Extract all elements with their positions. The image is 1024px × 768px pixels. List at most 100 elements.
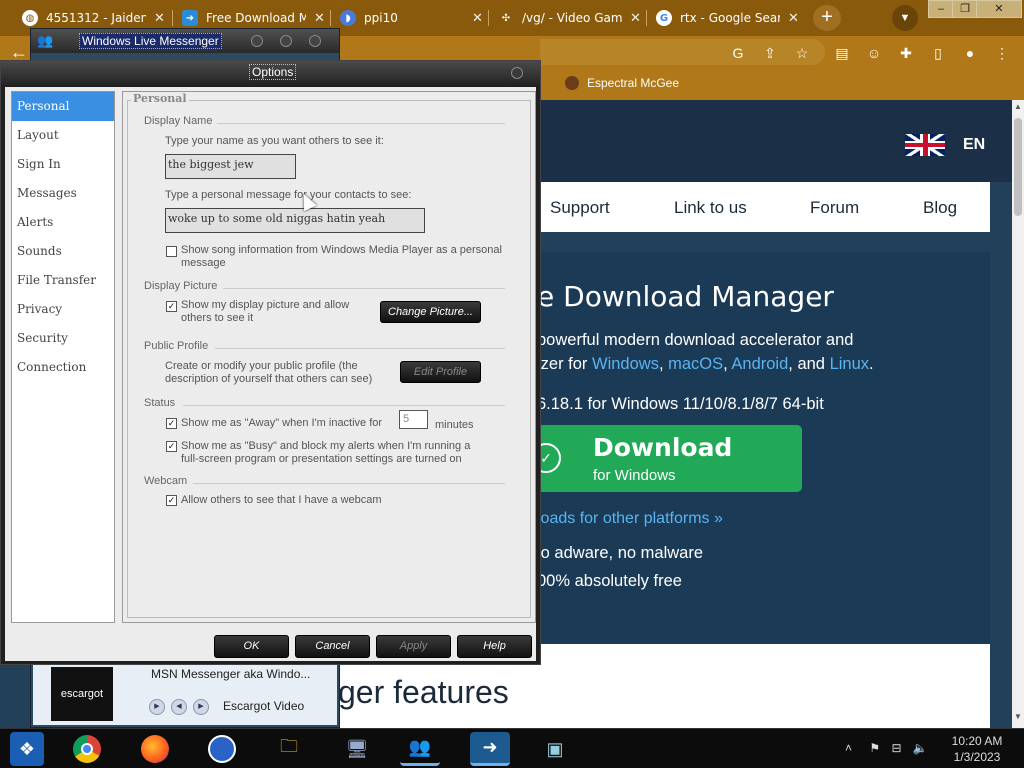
extension-flag-icon[interactable]: ▤ (833, 44, 851, 62)
personal-message-input[interactable]: woke up to some old niggas hatin yeah (165, 208, 425, 233)
start-button[interactable]: ❖ (10, 732, 44, 766)
profile-icon[interactable]: ● (961, 44, 979, 62)
category-sign-in[interactable]: Sign In (12, 150, 114, 179)
ok-button[interactable]: OK (214, 635, 289, 658)
nav-forum[interactable]: Forum (810, 198, 859, 218)
close-icon[interactable]: ✕ (154, 11, 165, 26)
webcam-label: Allow others to see that I have a webcam (181, 494, 382, 506)
song-info-label: Show song information from Windows Media… (181, 244, 502, 269)
side-panel-icon[interactable]: ▯ (929, 44, 947, 62)
video-label: Escargot Video (223, 699, 305, 713)
download-button[interactable]: ✓ Download for Windows (525, 425, 802, 492)
bookmark-star-icon[interactable]: ☆ (793, 44, 811, 62)
play-icon[interactable]: ▶ (149, 699, 165, 715)
tab-vg[interactable]: ✣ /vg/ - Video Game ✕ (498, 4, 641, 32)
scrollbar-thumb[interactable] (1014, 118, 1022, 216)
msn-butterfly-icon[interactable] (205, 732, 239, 766)
category-personal[interactable]: Personal (12, 92, 114, 121)
extensions-puzzle-icon[interactable]: ✚ (897, 44, 915, 62)
clock[interactable]: 10:20 AM 1/3/2023 (942, 733, 1012, 765)
change-picture-button[interactable]: Change Picture... (380, 301, 481, 323)
system-tray: ˄ ⚑ ⊟ 🔈 (845, 741, 928, 755)
platform-link-windows[interactable]: Windows (592, 355, 659, 373)
category-layout[interactable]: Layout (12, 121, 114, 150)
close-button[interactable] (511, 67, 523, 79)
previous-icon[interactable]: ◀ (171, 699, 187, 715)
platform-link-macos[interactable]: macOS (668, 355, 723, 373)
tab-ppi10[interactable]: ◗ ppi10 ✕ (340, 4, 483, 32)
file-explorer-icon[interactable]: 🗀 (272, 732, 306, 766)
feature-no-adware: lo adware, no malware (537, 544, 703, 562)
category-alerts[interactable]: Alerts (12, 208, 114, 237)
category-security[interactable]: Security (12, 324, 114, 353)
tab-search-button[interactable]: ▼ (892, 5, 918, 31)
minimize-button[interactable] (251, 35, 263, 47)
edit-profile-button[interactable]: Edit Profile (400, 361, 481, 383)
site-nav: Support Link to us Forum Blog (525, 182, 990, 232)
messenger-titlebar[interactable]: 👥 Windows Live Messenger (31, 29, 339, 53)
category-file-transfer[interactable]: File Transfer (12, 266, 114, 295)
messenger-taskbar-icon[interactable]: 👥 (400, 732, 440, 766)
other-platforms-link[interactable]: loads for other platforms » (537, 510, 723, 528)
chrome-icon[interactable] (70, 732, 104, 766)
category-connection[interactable]: Connection (12, 353, 114, 382)
scroll-up-icon[interactable]: ▲ (1013, 102, 1023, 114)
close-button[interactable] (309, 35, 321, 47)
new-tab-button[interactable]: + (813, 5, 841, 31)
photos-icon[interactable]: ▣ (538, 732, 572, 766)
firefox-icon[interactable] (138, 732, 172, 766)
nav-support[interactable]: Support (550, 198, 610, 218)
webcam-checkbox[interactable]: ✓ (166, 495, 177, 506)
nav-blog[interactable]: Blog (923, 198, 957, 218)
show-picture-checkbox[interactable]: ✓ (166, 301, 177, 312)
minimize-button[interactable]: – (928, 0, 954, 18)
tray-overflow-icon[interactable]: ˄ (845, 741, 852, 755)
language-selector[interactable]: EN (905, 134, 985, 156)
network-icon[interactable]: ⊟ (891, 741, 901, 755)
action-center-flag-icon[interactable]: ⚑ (869, 741, 880, 755)
category-privacy[interactable]: Privacy (12, 295, 114, 324)
close-window-button[interactable]: ✕ (976, 0, 1022, 18)
close-icon[interactable]: ✕ (472, 11, 483, 26)
language-label: EN (963, 136, 986, 153)
close-icon[interactable]: ✕ (788, 11, 799, 26)
away-minutes-input[interactable]: 5 (399, 410, 428, 429)
address-bar[interactable] (540, 39, 825, 65)
song-info-checkbox[interactable] (166, 246, 177, 257)
maximize-button[interactable]: ❐ (952, 0, 978, 18)
help-button[interactable]: Help (457, 635, 532, 658)
platform-link-android[interactable]: Android (731, 355, 788, 373)
nav-link-to-us[interactable]: Link to us (674, 198, 747, 218)
category-sounds[interactable]: Sounds (12, 237, 114, 266)
cancel-button[interactable]: Cancel (295, 635, 370, 658)
hero-description: powerful modern download accelerator and (537, 331, 854, 349)
page-scrollbar[interactable]: ▲ ▼ (1012, 100, 1024, 728)
apply-button[interactable]: Apply (376, 635, 451, 658)
tab-label: rtx - Google Sear (680, 11, 780, 25)
maximize-button[interactable] (280, 35, 292, 47)
close-icon[interactable]: ✕ (630, 11, 641, 26)
close-icon[interactable]: ✕ (314, 11, 325, 26)
volume-icon[interactable]: 🔈 (913, 741, 928, 755)
display-name-input[interactable]: the biggest jew (165, 154, 296, 179)
control-panel-icon[interactable]: 🖥 (340, 732, 374, 766)
bookmark-item[interactable]: Espectral McGee (565, 76, 679, 90)
section-display-name: Display Name (144, 115, 213, 127)
menu-dots-icon[interactable]: ⋮ (993, 44, 1011, 62)
scroll-down-icon[interactable]: ▼ (1013, 712, 1023, 724)
tab-label: Free Download M (206, 11, 306, 25)
download-icon: ➜ (182, 10, 198, 26)
extension-avatar-icon[interactable]: ☺ (865, 44, 883, 62)
next-icon[interactable]: ▶ (193, 699, 209, 715)
away-checkbox[interactable]: ✓ (166, 418, 177, 429)
category-messages[interactable]: Messages (12, 179, 114, 208)
google-lens-icon[interactable]: G (729, 44, 747, 62)
dialog-titlebar[interactable]: Options (1, 61, 540, 85)
feature-free: 00% absolutely free (537, 572, 682, 590)
platform-link-linux[interactable]: Linux (830, 355, 869, 373)
busy-checkbox[interactable]: ✓ (166, 441, 177, 452)
tab-google-search[interactable]: G rtx - Google Sear ✕ (656, 4, 799, 32)
video-thumbnail[interactable]: escargot (51, 667, 113, 721)
download-manager-taskbar-icon[interactable]: ➜ (470, 732, 510, 766)
share-icon[interactable]: ⇪ (761, 44, 779, 62)
